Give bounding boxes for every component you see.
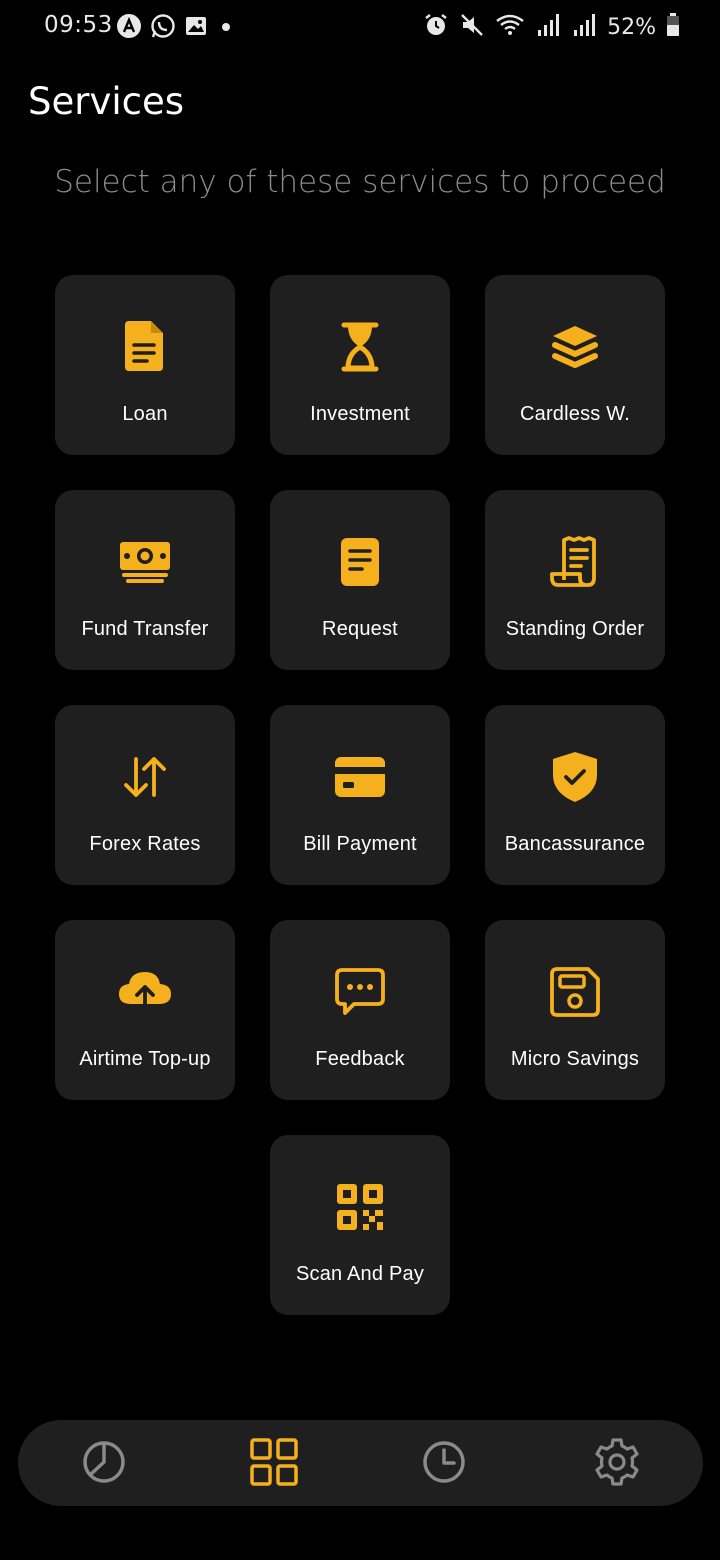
qr-code-icon [332,1179,388,1235]
signal-icon [535,12,561,42]
service-tile-airtime-topup[interactable]: Airtime Top-up [55,920,235,1100]
wifi-icon [495,12,525,42]
clock-icon [421,1439,467,1489]
service-label: Forex Rates [89,833,201,855]
alarm-icon [423,12,449,42]
page-title: Services [28,80,185,123]
layers-icon [547,319,603,375]
cloud-upload-icon [117,964,173,1020]
service-label: Bancassurance [504,833,646,855]
service-tile-cardless-withdrawal[interactable]: Cardless W. [485,275,665,455]
nav-history[interactable] [418,1438,470,1490]
service-tile-bancassurance[interactable]: Bancassurance [485,705,665,885]
battery-icon [666,12,680,42]
service-tile-feedback[interactable]: Feedback [270,920,450,1100]
nav-services[interactable] [248,1438,300,1490]
battery-percent: 52% [607,14,656,40]
service-label: Investment [310,403,410,425]
service-tile-loan[interactable]: Loan [55,275,235,455]
nav-settings[interactable] [591,1438,643,1490]
service-label: Micro Savings [510,1048,640,1070]
money-icon [117,534,173,590]
service-label: Bill Payment [303,833,417,855]
swap-arrows-icon [117,749,173,805]
grid-icon [249,1437,299,1491]
floppy-icon [547,964,603,1020]
service-tile-scan-and-pay[interactable]: Scan And Pay [270,1135,450,1315]
service-label: Request [322,618,398,640]
service-label: Loan [122,403,168,425]
nav-dashboard[interactable] [78,1438,130,1490]
service-tile-standing-order[interactable]: Standing Order [485,490,665,670]
note-icon [332,534,388,590]
service-tile-forex-rates[interactable]: Forex Rates [55,705,235,885]
gallery-icon [184,14,208,42]
status-time: 09:53 [44,12,113,38]
mute-icon [459,12,485,42]
app-a-icon [116,13,142,43]
service-label: Feedback [315,1048,405,1070]
service-label: Standing Order [505,618,645,640]
receipt-icon [547,534,603,590]
service-label: Scan And Pay [295,1263,425,1285]
status-bar: 09:53 52% [0,0,720,56]
service-tile-fund-transfer[interactable]: Fund Transfer [55,490,235,670]
service-tile-micro-savings[interactable]: Micro Savings [485,920,665,1100]
service-tile-investment[interactable]: Investment [270,275,450,455]
service-label: Fund Transfer [81,618,209,640]
service-tile-bill-payment[interactable]: Bill Payment [270,705,450,885]
credit-card-icon [332,749,388,805]
service-tile-request[interactable]: Request [270,490,450,670]
dot-icon [216,14,236,42]
status-left-icons [116,13,236,43]
gear-icon [592,1437,642,1491]
hourglass-icon [332,319,388,375]
document-icon [117,319,173,375]
service-label: Airtime Top-up [79,1048,211,1070]
chat-icon [332,964,388,1020]
bottom-navigation [18,1420,703,1506]
shield-check-icon [547,749,603,805]
service-label: Cardless W. [519,403,630,425]
whatsapp-icon [150,13,176,43]
pie-chart-icon [81,1439,127,1489]
status-right-icons: 52% [423,12,680,42]
signal-icon [571,12,597,42]
page-subtitle: Select any of these services to proceed [54,164,666,200]
